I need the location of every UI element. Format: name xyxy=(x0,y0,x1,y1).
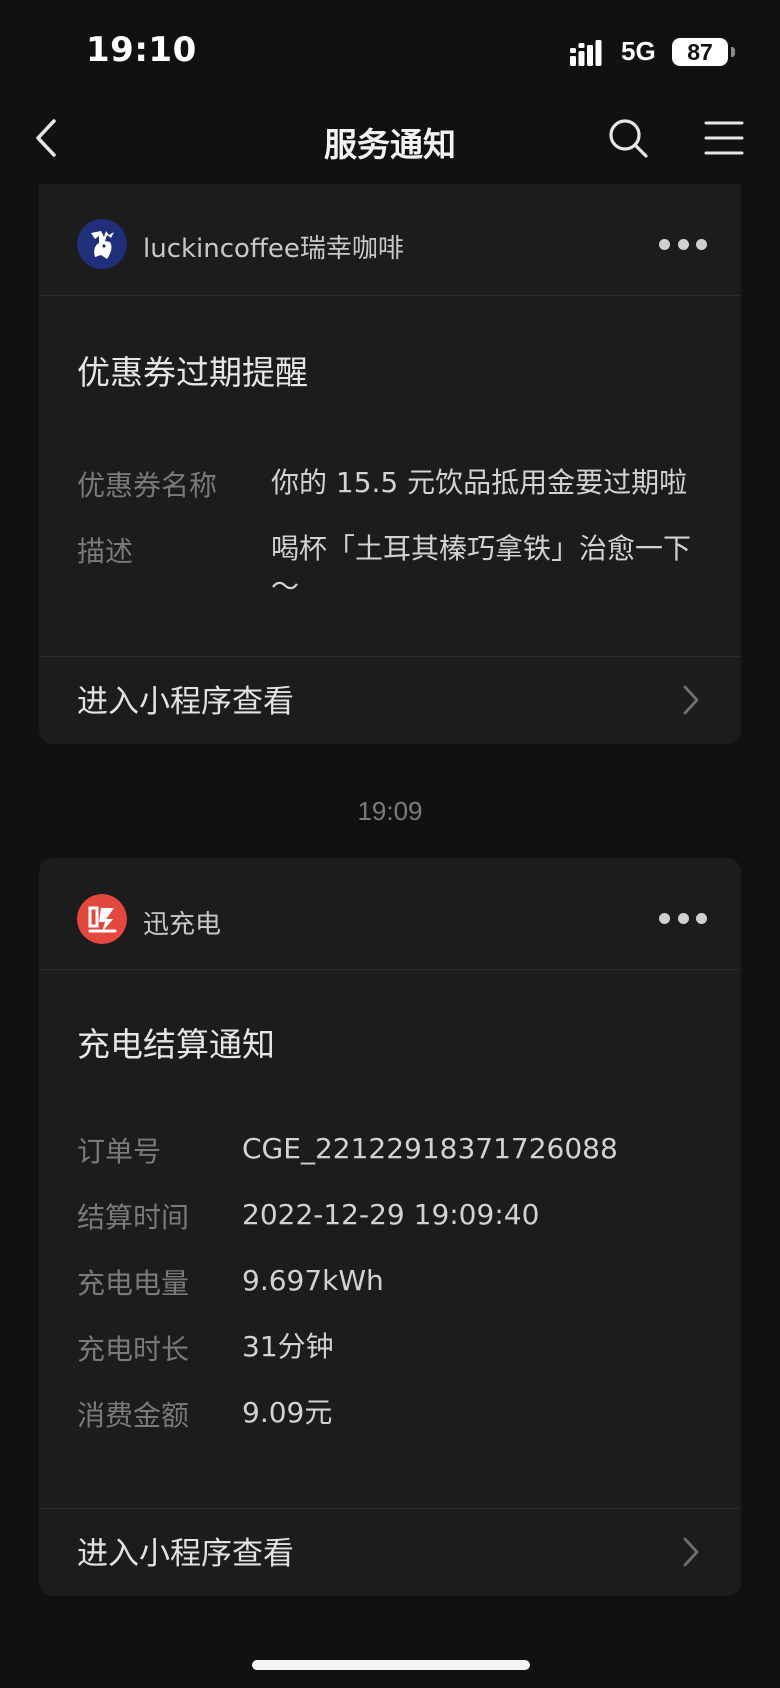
field-coupon-name: 优惠券名称 你的 15.5 元饮品抵用金要过期啦 xyxy=(77,464,717,504)
network-type: 5G xyxy=(621,36,656,66)
dot xyxy=(677,912,689,924)
field-value: 2022-12-29 19:09:40 xyxy=(242,1198,540,1231)
field-value: 9.09元 xyxy=(242,1396,333,1429)
status-time: 19:10 xyxy=(86,30,197,70)
more-options-button[interactable] xyxy=(659,906,707,930)
notification-title: 充电结算通知 xyxy=(77,1025,275,1064)
field-order-number: 订单号 CGE_22122918371726088 xyxy=(77,1130,717,1170)
field-value: 你的 15.5 元饮品抵用金要过期啦 xyxy=(271,466,688,499)
nav-bar: 服务通知 xyxy=(0,96,780,184)
field-value: 31分钟 xyxy=(242,1330,334,1363)
field-label: 充电时长 xyxy=(77,1333,190,1366)
home-indicator[interactable] xyxy=(252,1660,530,1670)
field-value: 喝杯「土耳其榛巧拿铁」治愈一下～ xyxy=(271,532,692,603)
search-icon[interactable] xyxy=(606,116,650,160)
field-label: 描述 xyxy=(77,535,134,568)
dot xyxy=(659,238,670,250)
dot xyxy=(677,238,689,250)
notification-title: 优惠券过期提醒 xyxy=(77,353,308,392)
open-mini-program-button[interactable]: 进入小程序查看 xyxy=(39,656,741,744)
field-label: 结算时间 xyxy=(77,1201,190,1234)
field-value: 9.697kWh xyxy=(242,1264,384,1297)
chevron-right-icon xyxy=(683,1537,699,1567)
source-name[interactable]: 迅充电 xyxy=(143,904,221,941)
status-bar: 19:10 5G 87 xyxy=(0,0,780,96)
card-header: 迅充电 xyxy=(39,858,741,970)
more-options-button[interactable] xyxy=(659,232,707,256)
field-value: CGE_22122918371726088 xyxy=(242,1132,618,1165)
card-header: luckincoffee瑞幸咖啡 xyxy=(39,184,741,296)
source-name[interactable]: luckincoffee瑞幸咖啡 xyxy=(143,228,404,265)
field-label: 订单号 xyxy=(77,1135,162,1168)
battery-icon: 87 xyxy=(672,38,728,66)
field-settlement-time: 结算时间 2022-12-29 19:09:40 xyxy=(77,1196,717,1236)
open-mini-program-button[interactable]: 进入小程序查看 xyxy=(39,1508,741,1596)
xun-charging-logo-icon[interactable] xyxy=(77,894,127,944)
dot xyxy=(696,912,707,924)
notification-card-xun-charging: 迅充电 充电结算通知 订单号 CGE_22122918371726088 结算时… xyxy=(39,858,741,1596)
dot xyxy=(696,238,707,250)
notification-card-luckin: luckincoffee瑞幸咖啡 优惠券过期提醒 优惠券名称 你的 15.5 元… xyxy=(39,184,741,744)
time-separator: 19:09 xyxy=(357,796,423,826)
dot xyxy=(659,912,670,924)
battery-level: 87 xyxy=(687,38,713,65)
battery-cap xyxy=(731,47,735,57)
luckin-deer-logo-icon[interactable] xyxy=(77,219,127,269)
menu-icon[interactable] xyxy=(702,116,746,160)
signal-strength-icon xyxy=(570,40,602,66)
field-charge-duration: 充电时长 31分钟 xyxy=(77,1328,717,1368)
field-description: 描述 喝杯「土耳其榛巧拿铁」治愈一下～ xyxy=(77,530,717,606)
field-amount: 消费金额 9.09元 xyxy=(77,1394,717,1434)
chevron-right-icon xyxy=(683,685,699,715)
page-title: 服务通知 xyxy=(324,125,456,164)
field-label: 消费金额 xyxy=(77,1399,190,1432)
notification-list[interactable]: luckincoffee瑞幸咖啡 优惠券过期提醒 优惠券名称 你的 15.5 元… xyxy=(0,184,780,1688)
field-charge-energy: 充电电量 9.697kWh xyxy=(77,1262,717,1302)
action-label: 进入小程序查看 xyxy=(77,1536,294,1572)
action-label: 进入小程序查看 xyxy=(77,684,294,720)
field-label: 优惠券名称 xyxy=(77,469,218,502)
field-label: 充电电量 xyxy=(77,1267,190,1300)
